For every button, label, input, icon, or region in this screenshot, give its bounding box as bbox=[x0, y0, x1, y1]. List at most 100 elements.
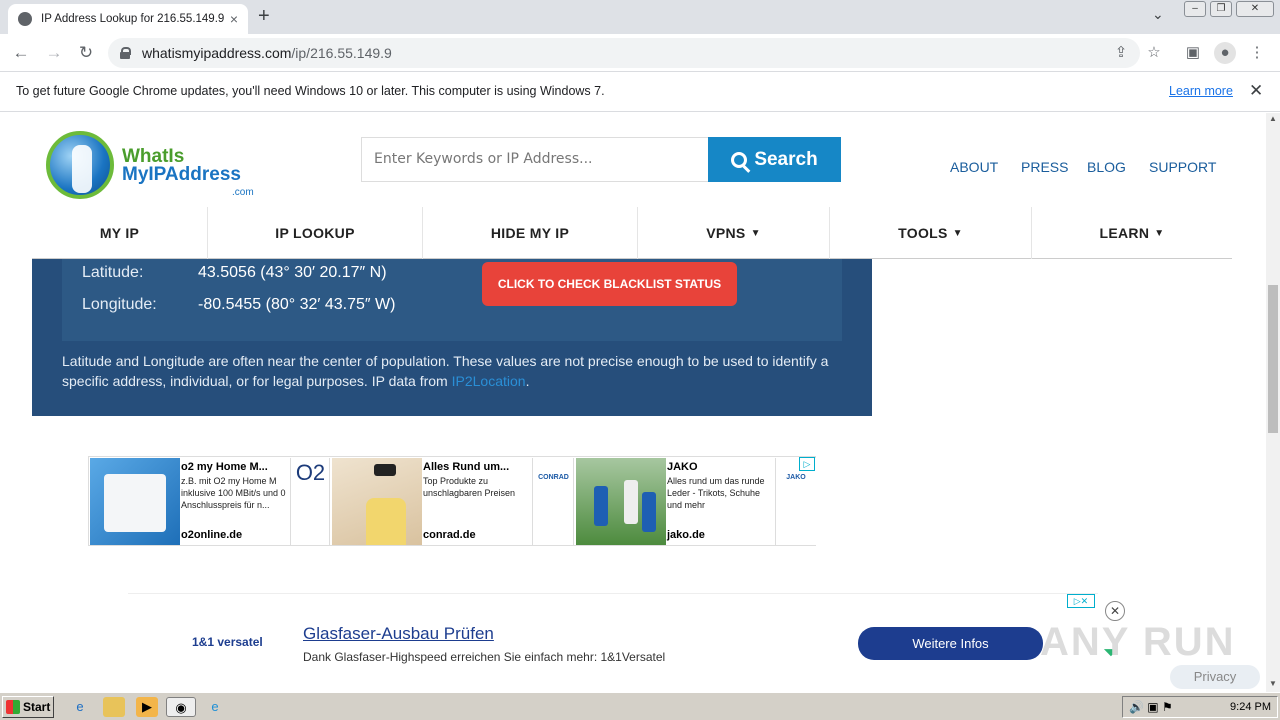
player-shape bbox=[594, 486, 608, 526]
shirt-shape bbox=[366, 498, 406, 545]
nav-ip-lookup[interactable]: IP LOOKUP bbox=[208, 207, 423, 259]
geo-note-end: . bbox=[525, 373, 530, 389]
menu-kebab-icon[interactable]: ⋮ bbox=[1246, 42, 1268, 64]
player-shape bbox=[642, 492, 656, 532]
blog-link[interactable]: BLOG bbox=[1087, 159, 1126, 175]
forward-arrow-icon[interactable]: → bbox=[43, 42, 65, 64]
ad-banner: o2 my Home M... z.B. mit O2 my Home M in… bbox=[88, 456, 816, 546]
close-tab-icon[interactable]: × bbox=[230, 11, 238, 27]
scroll-up-icon[interactable]: ▲ bbox=[1268, 114, 1278, 123]
nav-label: HIDE MY IP bbox=[490, 225, 570, 241]
longitude-value: -80.5455 (80° 32′ 43.75″ W) bbox=[198, 296, 396, 313]
about-link[interactable]: ABOUT bbox=[950, 159, 998, 175]
blacklist-check-button[interactable]: CLICK TO CHECK BLACKLIST STATUS bbox=[482, 262, 737, 306]
clock[interactable]: 9:24 PM bbox=[1230, 701, 1271, 713]
search-icon bbox=[731, 151, 748, 168]
nav-label: MY IP bbox=[99, 225, 140, 241]
router-shape bbox=[104, 474, 166, 532]
side-panel-icon[interactable]: ▣ bbox=[1182, 42, 1204, 64]
o2-logo: O2 bbox=[290, 458, 330, 545]
logo-suffix: .com bbox=[232, 187, 254, 198]
ad-text: Alles rund um das runde Leder - Trikots,… bbox=[667, 476, 765, 510]
bottom-ad[interactable]: 1&1 versatel Glasfaser-Ausbau Prüfen Dan… bbox=[128, 593, 1119, 692]
latitude-label: Latitude: bbox=[82, 264, 144, 281]
vr-headset-image bbox=[332, 458, 422, 545]
browser-tab[interactable]: IP Address Lookup for 216.55.149.9 × bbox=[8, 4, 248, 34]
geo-disclaimer: Latitude and Longitude are often near th… bbox=[62, 351, 852, 391]
address-bar[interactable]: whatismyipaddress.com/ip/216.55.149.9 bbox=[108, 38, 1140, 68]
update-infobar: To get future Google Chrome updates, you… bbox=[0, 72, 1280, 112]
caret-down-icon: ▼ bbox=[952, 227, 963, 239]
profile-avatar-icon[interactable]: ● bbox=[1214, 42, 1236, 64]
browser-toolbar: ← → ↻ whatismyipaddress.com/ip/216.55.14… bbox=[0, 34, 1280, 72]
nav-my-ip[interactable]: MY IP bbox=[32, 207, 208, 259]
share-icon[interactable]: ⇪ bbox=[1110, 42, 1132, 64]
logo-line2: MyIPAddress bbox=[122, 164, 241, 185]
infobar-message: To get future Google Chrome updates, you… bbox=[16, 84, 605, 98]
ad-jako[interactable]: JAKO Alles rund um das runde Leder - Tri… bbox=[576, 458, 816, 545]
lock-icon bbox=[120, 47, 131, 59]
nav-learn[interactable]: LEARN ▼ bbox=[1032, 207, 1232, 259]
ad-title: Alles Rund um... bbox=[423, 461, 510, 473]
privacy-badge[interactable]: Privacy bbox=[1170, 665, 1260, 689]
site-logo[interactable]: WhatIs MyIPAddress .com bbox=[46, 131, 261, 203]
jako-logo: JAKO bbox=[775, 458, 816, 545]
ad-text: Top Produkte zu unschlagbaren Preisen bbox=[423, 476, 516, 498]
page-content: WhatIs MyIPAddress .com Enter Keywords o… bbox=[0, 113, 1266, 692]
tab-title: IP Address Lookup for 216.55.149.9 bbox=[41, 13, 224, 25]
media-player-icon[interactable]: ▶ bbox=[136, 697, 158, 717]
ad-o2[interactable]: o2 my Home M... z.B. mit O2 my Home M in… bbox=[90, 458, 330, 545]
globe-logo-icon bbox=[46, 131, 114, 199]
scroll-down-icon[interactable]: ▼ bbox=[1268, 679, 1278, 688]
search-input[interactable]: Enter Keywords or IP Address... bbox=[361, 137, 709, 182]
latitude-value: 43.5056 (43° 30′ 20.17″ N) bbox=[198, 264, 387, 281]
ip2location-link[interactable]: IP2Location bbox=[452, 373, 526, 389]
nav-label: VPNS bbox=[706, 225, 746, 241]
ad-title: JAKO bbox=[667, 461, 698, 473]
learn-more-link[interactable]: Learn more bbox=[1169, 84, 1233, 98]
bookmark-star-icon[interactable]: ☆ bbox=[1143, 42, 1165, 64]
ie-icon[interactable]: e bbox=[69, 697, 91, 717]
tab-strip: IP Address Lookup for 216.55.149.9 × + ⌄… bbox=[0, 0, 1280, 34]
nav-vpns[interactable]: VPNS ▼ bbox=[638, 207, 830, 259]
maximize-button[interactable]: ❐ bbox=[1210, 1, 1232, 17]
close-ad-icon[interactable]: ✕ bbox=[1105, 601, 1125, 621]
window-close-button[interactable]: ✕ bbox=[1236, 1, 1274, 17]
scrollbar-thumb[interactable] bbox=[1268, 285, 1278, 433]
ad-title: o2 my Home M... bbox=[181, 461, 268, 473]
folder-icon[interactable] bbox=[103, 697, 125, 717]
press-link[interactable]: PRESS bbox=[1021, 159, 1068, 175]
caret-down-icon: ▼ bbox=[750, 227, 761, 239]
nav-label: IP LOOKUP bbox=[275, 225, 355, 241]
windows-taskbar: Start e ▶ ◉ e 🔊 ▣ ⚑ 9:24 PM bbox=[0, 692, 1280, 720]
start-button[interactable]: Start bbox=[2, 696, 54, 718]
nav-hide-my-ip[interactable]: HIDE MY IP bbox=[423, 207, 638, 259]
ad-headline[interactable]: Glasfaser-Ausbau Prüfen bbox=[303, 624, 494, 644]
ad-conrad[interactable]: Alles Rund um... Top Produkte zu unschla… bbox=[332, 458, 574, 545]
ad-domain: jako.de bbox=[667, 529, 705, 541]
tab-search-icon[interactable]: ⌄ bbox=[1152, 6, 1164, 23]
support-link[interactable]: SUPPORT bbox=[1149, 159, 1216, 175]
watermark: ANY RUN bbox=[1040, 620, 1236, 664]
nav-label: TOOLS bbox=[898, 225, 948, 241]
reload-icon[interactable]: ↻ bbox=[75, 42, 97, 64]
geo-note-text: Latitude and Longitude are often near th… bbox=[62, 353, 829, 389]
ad-cta-button[interactable]: Weitere Infos bbox=[858, 627, 1043, 660]
adchoices-icon[interactable]: ▷ bbox=[799, 457, 815, 471]
chrome-taskbar-icon[interactable]: ◉ bbox=[166, 697, 196, 717]
ad-subline: Dank Glasfaser-Highspeed erreichen Sie e… bbox=[303, 650, 666, 664]
system-tray: 🔊 ▣ ⚑ 9:24 PM bbox=[1122, 696, 1278, 718]
geolocation-panel: Latitude: 43.5056 (43° 30′ 20.17″ N) Lon… bbox=[32, 259, 872, 416]
minimize-button[interactable]: – bbox=[1184, 1, 1206, 17]
headset-shape bbox=[374, 464, 396, 476]
adchoices-icon[interactable]: ▷✕ bbox=[1067, 594, 1095, 608]
search-button[interactable]: Search bbox=[708, 137, 841, 182]
tray-icons[interactable]: 🔊 ▣ ⚑ bbox=[1129, 700, 1173, 714]
nav-tools[interactable]: TOOLS ▼ bbox=[830, 207, 1032, 259]
back-arrow-icon[interactable]: ← bbox=[10, 42, 32, 64]
ad-brand-logo: 1&1 versatel bbox=[192, 635, 263, 649]
windows-logo-icon bbox=[6, 700, 20, 714]
infobar-close-icon[interactable]: ✕ bbox=[1249, 81, 1263, 101]
new-tab-button[interactable]: + bbox=[258, 4, 270, 28]
edge-icon[interactable]: e bbox=[204, 697, 226, 717]
